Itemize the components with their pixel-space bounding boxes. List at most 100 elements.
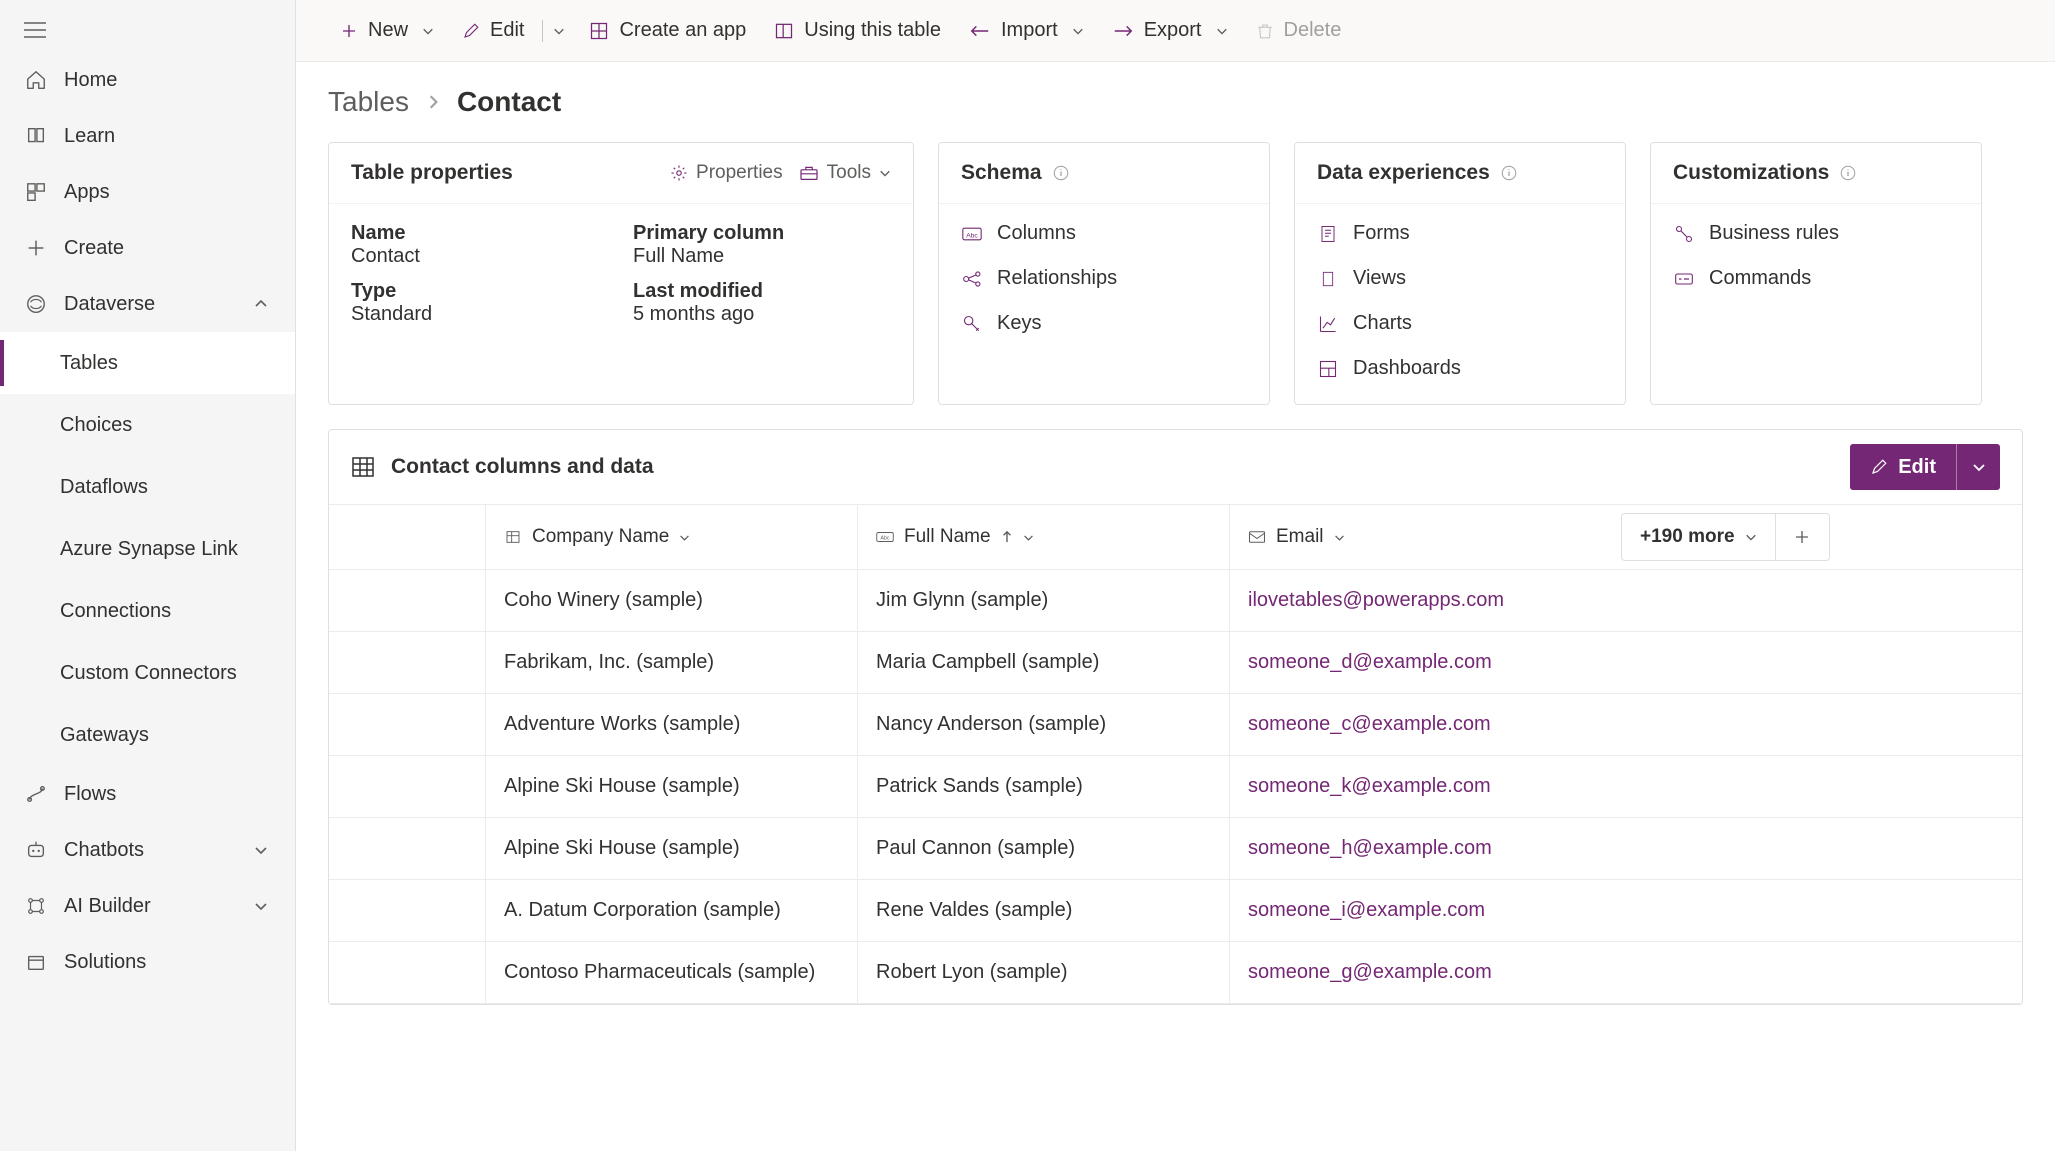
hamburger-button[interactable] <box>0 8 295 52</box>
plus-icon <box>1793 528 1811 546</box>
cust-business-rules-link[interactable]: Business rules <box>1673 222 1959 245</box>
cell-email[interactable]: someone_c@example.com <box>1229 694 1601 755</box>
cell-company[interactable]: Alpine Ski House (sample) <box>485 818 857 879</box>
prop-primary-label: Primary column <box>633 222 891 245</box>
edit-data-button[interactable]: Edit <box>1850 444 1956 490</box>
dx-dashboards-link[interactable]: Dashboards <box>1317 357 1603 380</box>
row-gutter <box>329 570 485 631</box>
sidebar-item-flows[interactable]: Flows <box>0 766 295 822</box>
import-button[interactable]: Import <box>957 11 1096 50</box>
edit-dropdown-button[interactable] <box>1956 444 2000 490</box>
sidebar-item-gateways[interactable]: Gateways <box>0 704 295 766</box>
cell-email[interactable]: someone_d@example.com <box>1229 632 1601 693</box>
sidebar-item-choices[interactable]: Choices <box>0 394 295 456</box>
edit-button[interactable]: Edit <box>450 11 536 50</box>
tools-action[interactable]: Tools <box>799 162 891 184</box>
cell-fullname[interactable]: Maria Campbell (sample) <box>857 632 1229 693</box>
sidebar-item-home[interactable]: Home <box>0 52 295 108</box>
sort-asc-icon <box>1001 530 1013 544</box>
table-row[interactable]: Contoso Pharmaceuticals (sample)Robert L… <box>329 942 2022 1004</box>
info-icon[interactable] <box>1052 164 1070 182</box>
cell-company[interactable]: Alpine Ski House (sample) <box>485 756 857 817</box>
breadcrumb-tables-link[interactable]: Tables <box>328 86 409 118</box>
prop-name-label: Name <box>351 222 609 245</box>
cell-email[interactable]: ilovetables@powerapps.com <box>1229 570 1601 631</box>
column-header-email[interactable]: Email <box>1229 505 1601 569</box>
new-button[interactable]: New <box>328 11 446 50</box>
button-label: Using this table <box>804 19 941 42</box>
more-columns-pill: +190 more <box>1621 513 1830 561</box>
edit-dropdown-button[interactable] <box>549 17 573 45</box>
sidebar-item-create[interactable]: Create <box>0 220 295 276</box>
table-row[interactable]: Adventure Works (sample)Nancy Anderson (… <box>329 694 2022 756</box>
toolbox-icon <box>799 165 819 181</box>
table-row[interactable]: A. Datum Corporation (sample)Rene Valdes… <box>329 880 2022 942</box>
breadcrumb-current: Contact <box>457 86 561 118</box>
sidebar-item-label: Choices <box>60 414 132 437</box>
table-row[interactable]: Alpine Ski House (sample)Paul Cannon (sa… <box>329 818 2022 880</box>
text-icon: Abc <box>876 528 894 546</box>
column-label: Full Name <box>904 526 991 548</box>
sidebar-item-dataflows[interactable]: Dataflows <box>0 456 295 518</box>
svg-text:Abc: Abc <box>880 535 889 541</box>
sidebar-item-chatbots[interactable]: Chatbots <box>0 822 295 878</box>
sidebar-item-dataverse[interactable]: Dataverse <box>0 276 295 332</box>
cell-fullname[interactable]: Paul Cannon (sample) <box>857 818 1229 879</box>
table-row[interactable]: Coho Winery (sample)Jim Glynn (sample)il… <box>329 570 2022 632</box>
key-icon <box>961 313 983 335</box>
cell-company[interactable]: Fabrikam, Inc. (sample) <box>485 632 857 693</box>
business-rules-icon <box>1673 223 1695 245</box>
sidebar-item-ai-builder[interactable]: AI Builder <box>0 878 295 934</box>
chevron-down-icon <box>879 167 891 179</box>
cell-fullname[interactable]: Robert Lyon (sample) <box>857 942 1229 1003</box>
cell-company[interactable]: Adventure Works (sample) <box>485 694 857 755</box>
link-label: Views <box>1353 267 1406 290</box>
cust-commands-link[interactable]: Commands <box>1673 267 1959 290</box>
schema-columns-link[interactable]: Abc Columns <box>961 222 1247 245</box>
add-column-button[interactable] <box>1775 514 1829 560</box>
sidebar-item-azure-synapse-link[interactable]: Azure Synapse Link <box>0 518 295 580</box>
plus-icon <box>340 22 358 40</box>
cell-company[interactable]: Coho Winery (sample) <box>485 570 857 631</box>
cell-company[interactable]: Contoso Pharmaceuticals (sample) <box>485 942 857 1003</box>
more-columns-button[interactable]: +190 more <box>1622 526 1775 548</box>
using-this-table-button[interactable]: Using this table <box>762 11 953 50</box>
dx-views-link[interactable]: Views <box>1317 267 1603 290</box>
schema-keys-link[interactable]: Keys <box>961 312 1247 335</box>
cell-email[interactable]: someone_i@example.com <box>1229 880 1601 941</box>
grid-body: Coho Winery (sample)Jim Glynn (sample)il… <box>329 570 2022 1004</box>
column-header-company[interactable]: Company Name <box>485 505 857 569</box>
create-app-button[interactable]: Create an app <box>577 11 758 50</box>
cell-company[interactable]: A. Datum Corporation (sample) <box>485 880 857 941</box>
sidebar-item-custom-connectors[interactable]: Custom Connectors <box>0 642 295 704</box>
sidebar-item-label: Flows <box>64 783 116 806</box>
link-label: Columns <box>997 222 1076 245</box>
cell-email[interactable]: someone_k@example.com <box>1229 756 1601 817</box>
sidebar-item-connections[interactable]: Connections <box>0 580 295 642</box>
export-button[interactable]: Export <box>1100 11 1240 50</box>
cell-fullname[interactable]: Rene Valdes (sample) <box>857 880 1229 941</box>
prop-type-label: Type <box>351 280 609 303</box>
sidebar-item-tables[interactable]: Tables <box>0 332 295 394</box>
schema-relationships-link[interactable]: Relationships <box>961 267 1247 290</box>
table-row[interactable]: Alpine Ski House (sample)Patrick Sands (… <box>329 756 2022 818</box>
chevron-down-icon <box>422 25 434 37</box>
cell-email[interactable]: someone_g@example.com <box>1229 942 1601 1003</box>
sidebar-item-solutions[interactable]: Solutions <box>0 934 295 990</box>
info-icon[interactable] <box>1839 164 1857 182</box>
cell-fullname[interactable]: Patrick Sands (sample) <box>857 756 1229 817</box>
dx-forms-link[interactable]: Forms <box>1317 222 1603 245</box>
table-row[interactable]: Fabrikam, Inc. (sample)Maria Campbell (s… <box>329 632 2022 694</box>
column-header-fullname[interactable]: Abc Full Name <box>857 505 1229 569</box>
cell-fullname[interactable]: Nancy Anderson (sample) <box>857 694 1229 755</box>
sidebar-item-apps[interactable]: Apps <box>0 164 295 220</box>
more-label: +190 more <box>1640 526 1735 548</box>
home-icon <box>24 68 48 92</box>
info-icon[interactable] <box>1500 164 1518 182</box>
dx-charts-link[interactable]: Charts <box>1317 312 1603 335</box>
sidebar-item-learn[interactable]: Learn <box>0 108 295 164</box>
book-icon <box>24 124 48 148</box>
cell-fullname[interactable]: Jim Glynn (sample) <box>857 570 1229 631</box>
properties-action[interactable]: Properties <box>670 162 783 184</box>
cell-email[interactable]: someone_h@example.com <box>1229 818 1601 879</box>
